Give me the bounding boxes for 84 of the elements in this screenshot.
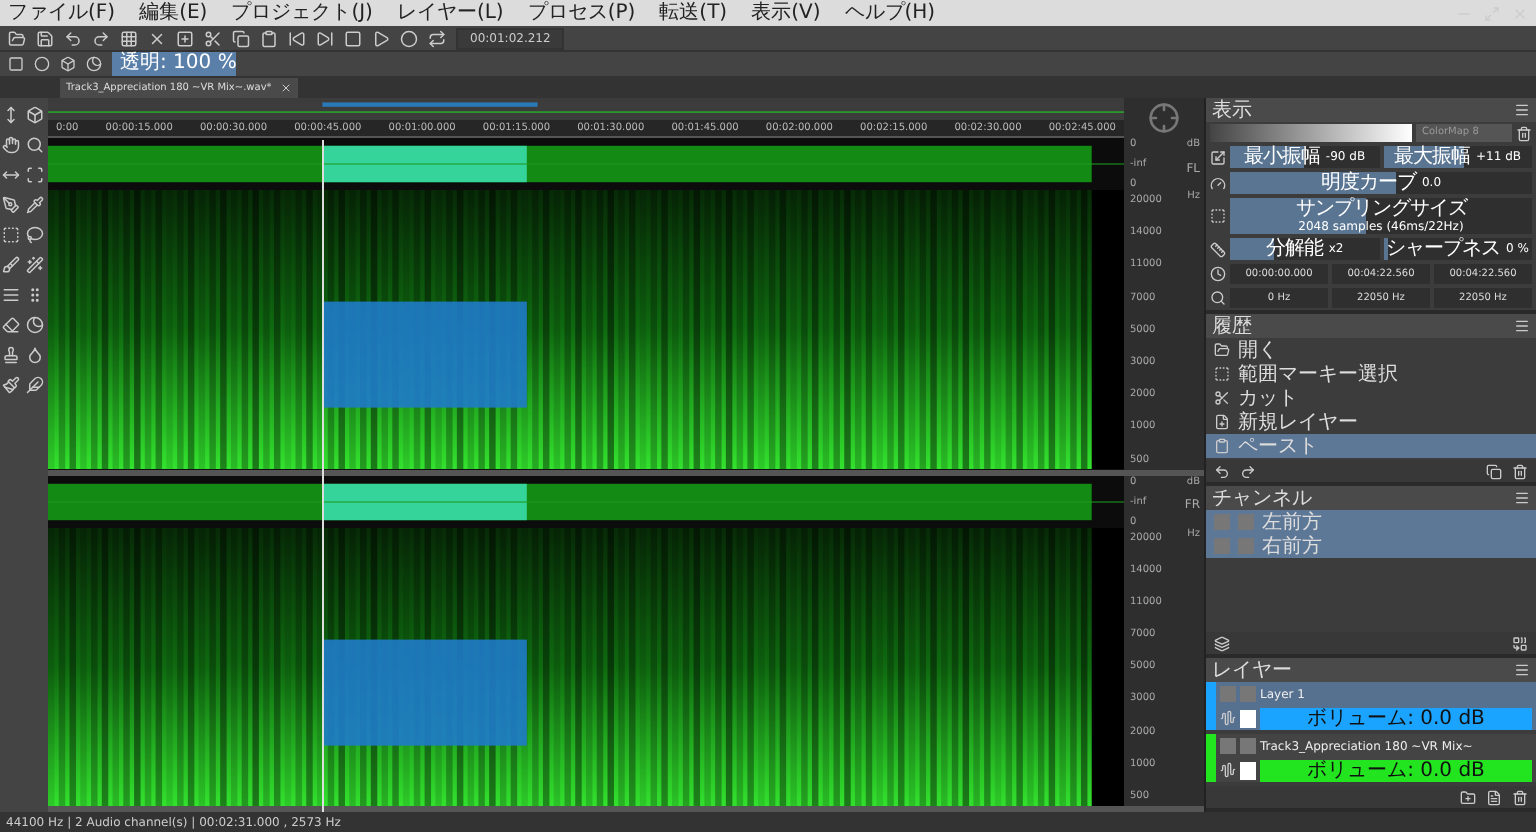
wand-icon[interactable] <box>25 256 43 274</box>
new-layer-icon[interactable] <box>1486 789 1502 805</box>
history-icon <box>1214 438 1230 454</box>
history-icon <box>1214 390 1230 406</box>
menu-icon[interactable] <box>1514 102 1530 118</box>
add-square-icon[interactable] <box>176 29 194 47</box>
eraser-icon[interactable] <box>2 316 20 334</box>
grid-icon[interactable] <box>120 29 138 47</box>
history-item[interactable]: カット <box>1206 386 1536 410</box>
close-icon[interactable] <box>279 82 292 94</box>
layers-icon[interactable] <box>1214 635 1230 651</box>
dot-icon[interactable] <box>34 56 50 72</box>
redo-icon[interactable] <box>92 29 110 47</box>
trash-icon[interactable] <box>1516 125 1532 141</box>
lines-icon[interactable] <box>2 286 20 304</box>
horizontal-arrows-icon[interactable] <box>2 166 20 184</box>
paste-icon[interactable] <box>260 29 278 47</box>
menu-item[interactable]: レイヤー(L) <box>396 1 504 25</box>
feather-icon[interactable] <box>25 376 43 394</box>
panel-title: 履歴 <box>1212 314 1252 340</box>
loop-icon[interactable] <box>428 29 446 47</box>
trash-icon[interactable] <box>1512 789 1528 805</box>
zoom-icon[interactable] <box>25 136 43 154</box>
waveform-icon[interactable] <box>1220 710 1236 726</box>
folder-add-icon[interactable] <box>1460 789 1476 805</box>
history-icon <box>1214 366 1230 382</box>
save-icon[interactable] <box>36 29 54 47</box>
menu-item[interactable]: ヘルプ(H) <box>844 1 936 25</box>
block-icon[interactable] <box>60 56 76 72</box>
menu-icon[interactable] <box>1514 490 1530 506</box>
cut-icon[interactable] <box>204 29 222 47</box>
copy-icon[interactable] <box>232 29 250 47</box>
time-select-icon[interactable] <box>2 106 20 124</box>
history-icon <box>1214 342 1230 358</box>
copy-icon[interactable] <box>1486 463 1502 479</box>
undo-icon[interactable] <box>64 29 82 47</box>
history-item[interactable]: 開く <box>1206 338 1536 362</box>
frame-select-icon[interactable] <box>25 166 43 184</box>
waveform-icon[interactable] <box>1220 762 1236 778</box>
skip-forward-icon[interactable] <box>316 29 334 47</box>
folder-icon[interactable] <box>8 29 26 47</box>
menu-item[interactable]: 編集(E) <box>139 1 208 25</box>
rectangle-select-icon[interactable] <box>2 226 20 244</box>
menu-item[interactable]: 表示(V) <box>751 1 821 25</box>
pen-icon[interactable] <box>2 196 20 214</box>
record-icon[interactable] <box>400 29 418 47</box>
menu-icon[interactable] <box>1514 662 1530 678</box>
menu-item[interactable]: プロセス(P) <box>527 1 636 25</box>
cube-icon[interactable] <box>25 106 43 124</box>
vertical-dots-icon[interactable] <box>25 286 43 304</box>
undo-icon[interactable] <box>1214 463 1230 479</box>
panel-title: レイヤー <box>1212 658 1292 684</box>
panel-title: 表示 <box>1212 97 1252 124</box>
half-circle-icon[interactable] <box>86 56 102 72</box>
panel-title: チャンネル <box>1212 486 1312 511</box>
opacity-slider[interactable]: 透明: 100 % <box>112 52 236 76</box>
pipette-icon[interactable] <box>25 196 43 214</box>
menu-item[interactable]: ファイル(F) <box>8 1 116 25</box>
trash-icon[interactable] <box>1512 463 1528 479</box>
menu-item[interactable]: 転送(T) <box>659 1 728 25</box>
square-icon[interactable] <box>8 56 24 72</box>
volume-bar[interactable]: ボリューム: 0.0 dB <box>1260 759 1532 781</box>
merge-icon[interactable] <box>1512 635 1528 651</box>
brush-icon[interactable] <box>2 256 20 274</box>
volume-bar[interactable]: ボリューム: 0.0 dB <box>1260 707 1532 729</box>
history-item[interactable]: 新規レイヤー <box>1206 410 1536 434</box>
hand-icon[interactable] <box>2 136 20 154</box>
paintbrush-icon[interactable] <box>2 376 20 394</box>
menu-icon[interactable] <box>1514 318 1530 334</box>
redo-icon[interactable] <box>1240 463 1256 479</box>
lasso-icon[interactable] <box>25 226 43 244</box>
stop-icon[interactable] <box>344 29 362 47</box>
key-icon <box>1240 709 1256 727</box>
history-icon <box>1214 414 1230 430</box>
skip-back-icon[interactable] <box>288 29 306 47</box>
key-icon <box>1240 761 1256 779</box>
history-item[interactable]: 範囲マーキー選択 <box>1206 362 1536 386</box>
droplet-icon[interactable] <box>25 346 43 364</box>
menu-item[interactable]: プロジェクト(J) <box>231 1 373 25</box>
play-icon[interactable] <box>372 29 390 47</box>
stamp-icon[interactable] <box>2 346 20 364</box>
navigator-icon[interactable] <box>1148 102 1180 134</box>
blur-icon[interactable] <box>25 316 43 334</box>
cross-icon[interactable] <box>148 29 166 47</box>
